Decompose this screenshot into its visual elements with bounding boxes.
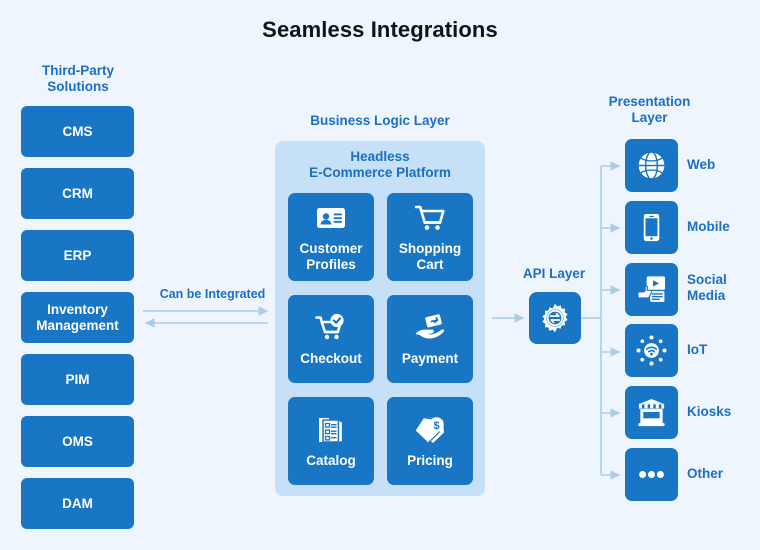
integration-connector-label: Can be Integrated [159, 287, 266, 301]
kiosk-icon [636, 397, 667, 428]
channel-box-web[interactable] [625, 139, 678, 192]
third-party-box-erp[interactable]: ERP [21, 230, 134, 281]
channel-label-social-media: Social Media [687, 272, 727, 303]
channel-label-kiosks: Kiosks [687, 404, 732, 419]
capability-card-payment[interactable]: Payment [387, 295, 473, 383]
channel-box-other[interactable] [625, 448, 678, 501]
channel-label-other: Other [687, 466, 724, 481]
shopping-cart-icon [414, 202, 446, 234]
third-party-heading: Third-Party Solutions [12, 63, 144, 95]
diagram-canvas: Seamless Integrations Third-Party Soluti… [0, 0, 760, 550]
third-party-box-cms[interactable]: CMS [21, 106, 134, 157]
globe-icon [636, 150, 667, 181]
platform-subtitle: Headless E-Commerce Platform [275, 149, 485, 181]
third-party-heading-line1: Third-Party [41, 63, 114, 78]
api-layer-box[interactable] [529, 292, 581, 344]
catalog-book-icon [315, 414, 347, 446]
svg-text:$: $ [433, 420, 439, 432]
page-title: Seamless Integrations [262, 17, 498, 42]
third-party-label-oms: OMS [62, 433, 93, 449]
capability-card-customer-profiles[interactable]: Customer Profiles [288, 193, 374, 281]
third-party-label-erp: ERP [63, 247, 92, 263]
presentation-layer-heading: Presentation Layer [592, 94, 707, 126]
ellipsis-icon [636, 459, 667, 490]
platform-subtitle-line1: Headless [350, 149, 410, 164]
third-party-box-crm[interactable]: CRM [21, 168, 134, 219]
price-tag-icon: $ [414, 414, 446, 446]
capability-grid: Customer Profiles Shopping Cart Checkout… [288, 193, 473, 485]
channel-label-mobile: Mobile [687, 219, 730, 234]
third-party-box-oms[interactable]: OMS [21, 416, 134, 467]
capability-label-shopping-cart: Shopping Cart [398, 240, 462, 272]
third-party-label-crm: CRM [62, 185, 93, 201]
capability-card-shopping-cart[interactable]: Shopping Cart [387, 193, 473, 281]
third-party-box-dam[interactable]: DAM [21, 478, 134, 529]
capability-card-pricing[interactable]: $ Pricing [387, 397, 473, 485]
third-party-label-inventory-management: Inventory Management [36, 301, 119, 333]
api-layer-label: API Layer [522, 266, 586, 281]
channel-box-social-media[interactable] [625, 263, 678, 316]
channel-label-web: Web [687, 157, 716, 172]
channel-box-iot[interactable] [625, 324, 678, 377]
hand-card-icon [414, 312, 446, 344]
mobile-phone-icon [636, 212, 667, 243]
capability-label-customer-profiles: Customer Profiles [299, 240, 363, 272]
channel-label-iot: IoT [687, 342, 708, 357]
channel-box-mobile[interactable] [625, 201, 678, 254]
third-party-label-dam: DAM [62, 495, 93, 511]
platform-subtitle-line2: E-Commerce Platform [309, 165, 451, 180]
gear-exchange-icon [539, 302, 571, 334]
presentation-heading-line2: Layer [631, 110, 668, 125]
third-party-label-cms: CMS [62, 123, 93, 139]
third-party-label-pim: PIM [65, 371, 90, 387]
id-card-icon [315, 202, 347, 234]
iot-icon [636, 335, 667, 366]
cart-check-icon [315, 312, 347, 344]
capability-label-pricing: Pricing [407, 452, 453, 468]
third-party-heading-line2: Solutions [47, 79, 109, 94]
channel-box-kiosks[interactable] [625, 386, 678, 439]
capability-card-checkout[interactable]: Checkout [288, 295, 374, 383]
business-logic-heading: Business Logic Layer [310, 113, 450, 128]
third-party-box-inventory-management[interactable]: Inventory Management [21, 292, 134, 343]
capability-card-catalog[interactable]: Catalog [288, 397, 374, 485]
capability-label-checkout: Checkout [300, 350, 362, 366]
social-media-icon [636, 274, 667, 305]
capability-label-payment: Payment [401, 350, 459, 366]
capability-label-catalog: Catalog [306, 452, 356, 468]
presentation-heading-line1: Presentation [608, 94, 691, 109]
third-party-box-pim[interactable]: PIM [21, 354, 134, 405]
